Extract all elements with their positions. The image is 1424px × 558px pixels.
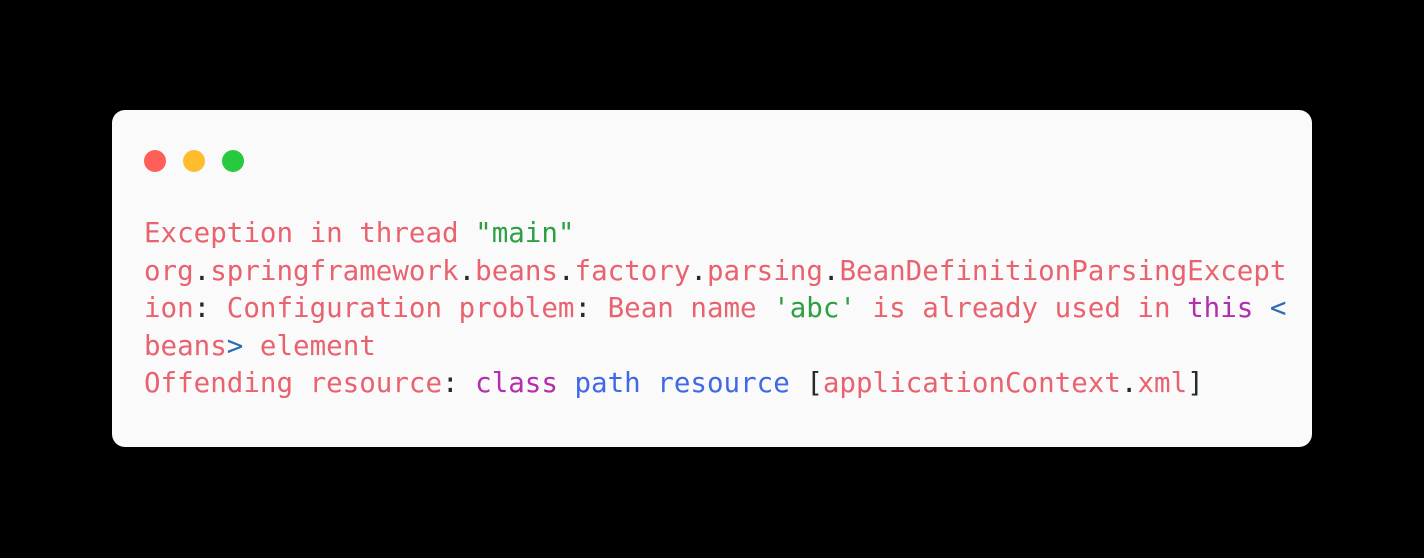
code-token-error: beans (475, 254, 558, 287)
maximize-icon[interactable] (222, 150, 244, 172)
code-token-error (1253, 292, 1270, 324)
code-token-error (641, 367, 658, 399)
code-token-error: org (144, 254, 194, 287)
window-controls (144, 150, 244, 172)
code-token-error (790, 367, 807, 399)
code-token-error: beans (144, 329, 227, 362)
code-snippet-card: Exception in thread "main" org.springfra… (112, 110, 1312, 447)
code-token-string: 'abc' (773, 292, 856, 324)
code-token-identifier: path (574, 367, 641, 399)
minimize-icon[interactable] (183, 150, 205, 172)
code-token-punctuation: [ (806, 367, 823, 399)
code-token-punctuation: : (442, 367, 459, 399)
code-token-error: factory (574, 254, 691, 287)
code-token-error: element (243, 329, 376, 362)
code-token-keyword: this (1187, 292, 1254, 324)
code-token-punctuation: : (574, 292, 592, 324)
code-token-punctuation: . (1120, 367, 1138, 399)
code-token-punctuation: . (557, 254, 575, 287)
code-token-error: Bean name (591, 292, 774, 324)
code-line: Exception in thread "main" (144, 215, 1292, 253)
code-token-error: Exception in thread (144, 217, 476, 249)
code-token-punctuation: . (690, 254, 707, 287)
close-icon[interactable] (144, 150, 166, 172)
code-token-error: Configuration problem (210, 292, 575, 324)
code-token-error: applicationContext (822, 367, 1121, 399)
window-titlebar (112, 110, 1312, 200)
stack-trace-text[interactable]: Exception in thread "main" org.springfra… (144, 215, 1292, 403)
code-line: org.springframework.beans.factory.parsin… (144, 253, 1292, 366)
code-token-error: is already used in (855, 292, 1188, 324)
code-token-punctuation: ] (1187, 367, 1204, 399)
code-token-error: Offending resource (144, 367, 443, 399)
code-token-tag: > (226, 329, 244, 362)
code-token-error: springframework (210, 254, 459, 287)
code-token-punctuation: . (458, 254, 476, 287)
code-token-error: xml (1137, 367, 1188, 399)
code-token-tag: < (1269, 292, 1287, 324)
code-token-keyword: class (475, 367, 558, 399)
code-token-punctuation: : (193, 292, 211, 324)
code-token-punctuation: . (822, 254, 840, 287)
code-token-identifier: resource (657, 367, 790, 399)
code-token-punctuation: . (193, 254, 211, 287)
code-token-error (558, 367, 575, 399)
code-line: Offending resource: class path resource … (144, 365, 1292, 403)
code-token-string: "main" (475, 217, 575, 249)
code-token-error: parsing (706, 254, 823, 287)
code-area: Exception in thread "main" org.springfra… (144, 215, 1292, 403)
code-token-error (459, 367, 476, 399)
